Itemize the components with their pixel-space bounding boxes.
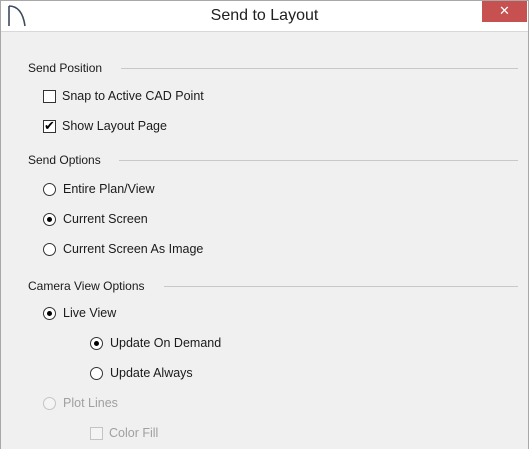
update-on-demand-radio[interactable] (90, 336, 103, 350)
snap-to-cad-label: Snap to Active CAD Point (62, 89, 204, 103)
checkmark-icon: ✔ (44, 117, 55, 133)
entire-plan-option[interactable]: Entire Plan/View (43, 182, 155, 196)
snap-to-cad-checkbox[interactable] (43, 89, 56, 103)
live-view-label: Live View (63, 306, 117, 320)
live-view-option[interactable]: Live View (43, 306, 116, 320)
current-screen-image-radio[interactable] (43, 242, 56, 256)
radio-selected-dot (47, 310, 52, 316)
send-options-heading: Send Options (28, 153, 107, 167)
show-layout-page-option[interactable]: ✔ Show Layout Page (43, 119, 167, 133)
current-screen-image-label: Current Screen As Image (63, 242, 204, 256)
current-screen-image-option[interactable]: Current Screen As Image (43, 242, 203, 256)
show-layout-page-label: Show Layout Page (62, 119, 167, 133)
plot-lines-option: Plot Lines (43, 396, 118, 410)
color-fill-option: Color Fill (90, 426, 158, 440)
plot-lines-label: Plot Lines (63, 396, 118, 410)
send-options-divider (119, 160, 518, 161)
update-always-label: Update Always (110, 366, 193, 380)
entire-plan-radio[interactable] (43, 182, 56, 196)
dialog-title: Send to Layout (210, 7, 319, 24)
title-bar[interactable]: Send to Layout ✕ (1, 1, 528, 32)
color-fill-checkbox (90, 426, 103, 440)
update-on-demand-option[interactable]: Update On Demand (90, 336, 221, 350)
camera-view-options-heading: Camera View Options (28, 279, 151, 293)
color-fill-label: Color Fill (109, 426, 159, 440)
current-screen-label: Current Screen (63, 212, 148, 226)
camera-view-options-divider (164, 286, 518, 287)
update-always-option[interactable]: Update Always (90, 366, 193, 380)
plot-lines-radio (43, 396, 56, 410)
live-view-radio[interactable] (43, 306, 56, 320)
current-screen-radio[interactable] (43, 212, 56, 226)
radio-selected-dot (94, 340, 99, 346)
send-position-divider (121, 68, 518, 69)
radio-selected-dot (47, 216, 52, 222)
current-screen-option[interactable]: Current Screen (43, 212, 148, 226)
show-layout-page-checkbox[interactable]: ✔ (43, 117, 56, 133)
send-to-layout-dialog: Send to Layout ✕ Send Position Snap to A… (0, 0, 529, 449)
send-position-heading: Send Position (28, 61, 109, 75)
update-on-demand-label: Update On Demand (110, 336, 222, 350)
close-button[interactable]: ✕ (482, 1, 527, 22)
entire-plan-label: Entire Plan/View (63, 182, 155, 196)
snap-to-cad-option[interactable]: Snap to Active CAD Point (43, 89, 204, 103)
update-always-radio[interactable] (90, 366, 103, 380)
